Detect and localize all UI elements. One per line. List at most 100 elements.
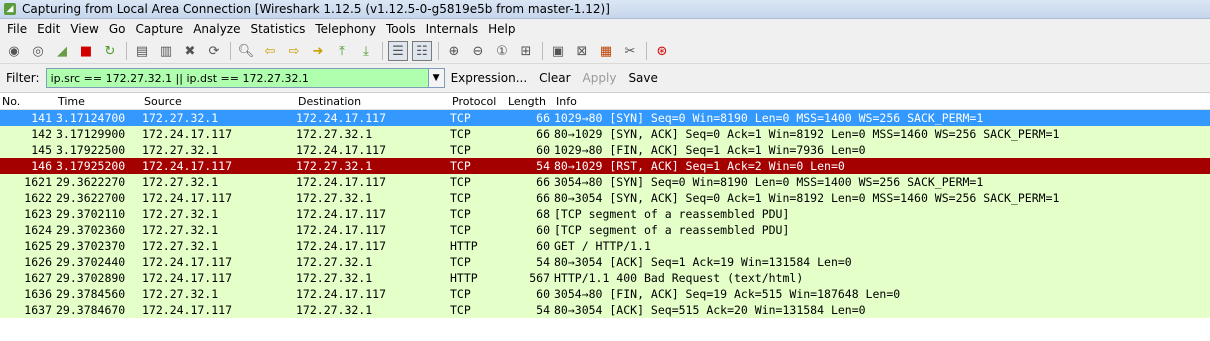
toolbar-separator	[542, 42, 543, 60]
cell-destination: 172.24.17.117	[296, 111, 387, 125]
cell-length: 54	[536, 159, 550, 173]
cell-destination: 172.24.17.117	[296, 287, 387, 301]
table-row[interactable]: 1627 29.3702890 172.24.17.117 172.27.32.1 HT…	[0, 270, 1210, 286]
cell-length: 60	[536, 143, 550, 157]
packet-list-header: No. Time Source Destination Protocol Len…	[0, 93, 1210, 110]
table-row[interactable]: 1637 29.3784670 172.24.17.117 172.27.32.1 TC…	[0, 302, 1210, 318]
resize-columns-icon[interactable]: ⊞	[516, 41, 536, 61]
column-header-length[interactable]: Length	[506, 95, 554, 108]
auto-scroll-icon[interactable]: ☷	[412, 41, 432, 61]
expression-button[interactable]: Expression...	[451, 71, 528, 85]
filter-combo: ip.src == 172.27.32.1 || ip.dst == 172.2…	[45, 68, 445, 88]
cell-time: 3.17129900	[56, 127, 126, 141]
cell-info: 80→1029 [SYN, ACK] Seq=0 Ack=1 Win=8192 …	[554, 127, 1060, 141]
menu-statistics[interactable]: Statistics	[245, 22, 310, 36]
preferences-icon[interactable]: ✂	[620, 41, 640, 61]
table-row[interactable]: 1625 29.3702370 172.27.32.1 172.24.17.117 HT…	[0, 238, 1210, 254]
cell-time: 29.3622270	[56, 175, 126, 189]
cell-protocol: TCP	[450, 159, 471, 173]
cell-no: 1625	[24, 239, 52, 253]
cell-info: [TCP segment of a reassembled PDU]	[554, 207, 790, 221]
apply-button[interactable]: Apply	[583, 71, 617, 85]
coloring-rules-icon[interactable]: ▦	[596, 41, 616, 61]
table-row[interactable]: 1624 29.3702360 172.27.32.1 172.24.17.117 TC…	[0, 222, 1210, 238]
table-row[interactable]: 146 3.17925200 172.24.17.117 172.27.32.1 TCP…	[0, 158, 1210, 174]
save-filter-button[interactable]: Save	[628, 71, 657, 85]
cell-time: 29.3702440	[56, 255, 126, 269]
cell-time: 29.3702360	[56, 223, 126, 237]
cell-no: 1624	[24, 223, 52, 237]
cell-length: 66	[536, 175, 550, 189]
table-row[interactable]: 145 3.17922500 172.27.32.1 172.24.17.117 TCP…	[0, 142, 1210, 158]
capture-options-icon[interactable]: ◎	[28, 41, 48, 61]
display-filter-input[interactable]: ip.src == 172.27.32.1 || ip.dst == 172.2…	[45, 68, 429, 88]
zoom-out-icon[interactable]: ⊖	[468, 41, 488, 61]
cell-info: 1029→80 [SYN] Seq=0 Win=8190 Len=0 MSS=1…	[554, 111, 984, 125]
menu-telephony[interactable]: Telephony	[310, 22, 381, 36]
save-file-icon[interactable]: ▥	[156, 41, 176, 61]
interfaces-icon[interactable]: ◉	[4, 41, 24, 61]
column-header-destination[interactable]: Destination	[296, 95, 450, 108]
cell-protocol: TCP	[450, 111, 471, 125]
column-header-no[interactable]: No.	[0, 95, 56, 108]
table-row[interactable]: 1623 29.3702110 172.27.32.1 172.24.17.117 TC…	[0, 206, 1210, 222]
menu-go[interactable]: Go	[104, 22, 131, 36]
go-back-icon[interactable]: ⇦	[260, 41, 280, 61]
cell-time: 29.3784670	[56, 303, 126, 317]
help-icon[interactable]: ⊛	[652, 41, 672, 61]
main-toolbar: ◉ ◎ ◢ ■ ↻ ▤ ▥ ✖ ⟳ 🔍︎ ⇦ ⇨ ➜ ⤒ ⤓ ☰ ☷ ⊕ ⊖ ①…	[0, 39, 1210, 64]
cell-destination: 172.24.17.117	[296, 207, 387, 221]
table-row[interactable]: 1636 29.3784560 172.27.32.1 172.24.17.117 TC…	[0, 286, 1210, 302]
cell-destination: 172.27.32.1	[296, 255, 373, 269]
column-header-protocol[interactable]: Protocol	[450, 95, 506, 108]
table-row[interactable]: 142 3.17129900 172.24.17.117 172.27.32.1 TCP…	[0, 126, 1210, 142]
table-row[interactable]: 1621 29.3622270 172.27.32.1 172.24.17.117 TC…	[0, 174, 1210, 190]
packet-list: 141 3.17124700 172.27.32.1 172.24.17.117 TCP…	[0, 110, 1210, 318]
cell-time: 29.3702370	[56, 239, 126, 253]
column-header-time[interactable]: Time	[56, 95, 142, 108]
table-row[interactable]: 1626 29.3702440 172.24.17.117 172.27.32.1 TC…	[0, 254, 1210, 270]
cell-length: 54	[536, 255, 550, 269]
table-row[interactable]: 1622 29.3622700 172.24.17.117 172.27.32.1 TC…	[0, 190, 1210, 206]
cell-no: 142	[31, 127, 52, 141]
cell-info: 80→1029 [RST, ACK] Seq=1 Ack=2 Win=0 Len…	[554, 159, 845, 173]
go-last-icon[interactable]: ⤓	[356, 41, 376, 61]
menu-view[interactable]: View	[65, 22, 103, 36]
menu-internals[interactable]: Internals	[421, 22, 484, 36]
cell-protocol: TCP	[450, 175, 471, 189]
go-first-icon[interactable]: ⤒	[332, 41, 352, 61]
cell-source: 172.27.32.1	[142, 175, 219, 189]
go-to-packet-icon[interactable]: ➜	[308, 41, 328, 61]
menu-edit[interactable]: Edit	[32, 22, 65, 36]
stop-capture-icon[interactable]: ■	[76, 41, 96, 61]
cell-info: [TCP segment of a reassembled PDU]	[554, 223, 790, 237]
column-header-info[interactable]: Info	[554, 95, 1210, 108]
cell-protocol: TCP	[450, 255, 471, 269]
colorize-icon[interactable]: ☰	[388, 41, 408, 61]
capture-filters-icon[interactable]: ▣	[548, 41, 568, 61]
column-header-source[interactable]: Source	[142, 95, 296, 108]
cell-source: 172.24.17.117	[142, 303, 233, 317]
menu-analyze[interactable]: Analyze	[188, 22, 245, 36]
menu-capture[interactable]: Capture	[130, 22, 188, 36]
clear-button[interactable]: Clear	[539, 71, 570, 85]
start-capture-icon[interactable]: ◢	[52, 41, 72, 61]
menu-help[interactable]: Help	[483, 22, 520, 36]
cell-source: 172.27.32.1	[142, 287, 219, 301]
restart-capture-icon[interactable]: ↻	[100, 41, 120, 61]
display-filters-icon[interactable]: ⊠	[572, 41, 592, 61]
find-packet-icon[interactable]: 🔍︎	[236, 41, 256, 61]
close-file-icon[interactable]: ✖	[180, 41, 200, 61]
table-row[interactable]: 141 3.17124700 172.27.32.1 172.24.17.117 TCP…	[0, 110, 1210, 126]
cell-length: 54	[536, 303, 550, 317]
menu-file[interactable]: File	[2, 22, 32, 36]
cell-source: 172.24.17.117	[142, 271, 233, 285]
reload-icon[interactable]: ⟳	[204, 41, 224, 61]
cell-no: 1622	[24, 191, 52, 205]
open-file-icon[interactable]: ▤	[132, 41, 152, 61]
go-forward-icon[interactable]: ⇨	[284, 41, 304, 61]
zoom-normal-icon[interactable]: ①	[492, 41, 512, 61]
zoom-in-icon[interactable]: ⊕	[444, 41, 464, 61]
menu-tools[interactable]: Tools	[381, 22, 421, 36]
chevron-down-icon[interactable]: ▼	[428, 68, 445, 88]
